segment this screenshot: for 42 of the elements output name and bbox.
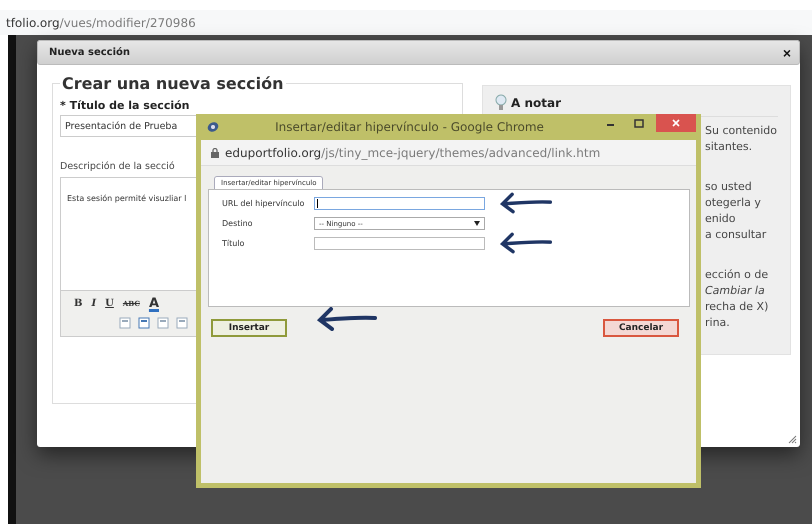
note-text: ección o de	[705, 267, 770, 283]
dropdown-arrow-icon	[474, 221, 480, 226]
popup-url: eduportfolio.org/js/tiny_mce-jquery/themes/advanced/link.htm	[225, 146, 600, 160]
popup-title: Insertar/editar hipervínculo - Google Chrome	[274, 120, 545, 134]
insert-button[interactable]: Insertar	[211, 319, 287, 337]
notes-heading: A notar	[511, 96, 562, 110]
note-text: Cambiar la	[705, 283, 766, 299]
close-button[interactable]	[656, 114, 696, 132]
note-text: rina.	[705, 315, 731, 331]
note-text: otegerla y	[705, 195, 762, 211]
field-label: * Título de la sección	[60, 99, 190, 112]
format-button[interactable]: A	[148, 296, 160, 311]
field-label: Destino	[222, 219, 254, 228]
fieldset-legend: Crear una nueva sección	[60, 74, 286, 93]
lightbulb-icon	[495, 94, 507, 112]
format-button[interactable]: U	[104, 298, 115, 309]
lock-icon	[211, 148, 219, 158]
field-label: Título	[222, 239, 246, 248]
format-button[interactable]: B	[73, 298, 84, 309]
dialog-title: Nueva sección	[49, 47, 130, 58]
format-button[interactable]: I	[90, 298, 98, 309]
toolbar-icon[interactable]	[176, 317, 188, 329]
maximize-icon	[634, 118, 644, 128]
close-button[interactable]: ×	[782, 44, 791, 60]
toolbar-icon[interactable]	[157, 317, 169, 329]
resize-grip-icon[interactable]	[788, 435, 797, 444]
note-text: sitantes.	[705, 139, 754, 155]
toolbar-icon[interactable]	[138, 317, 150, 329]
editor-text: Esta sesión permité visuzliar l	[67, 194, 186, 203]
close-icon	[672, 119, 680, 127]
field-label: Descripción de la secció	[60, 161, 176, 172]
toolbar-icon[interactable]	[119, 317, 131, 329]
field-label: URL del hipervínculo	[222, 199, 306, 208]
text-input[interactable]	[314, 197, 485, 210]
note-text: so usted	[705, 179, 753, 195]
note-text: recha de X)	[705, 299, 770, 315]
note-text: enido	[705, 211, 737, 227]
address-url[interactable]: tfolio.org/vues/modifier/270986	[6, 16, 196, 30]
note-text: Su contenido	[705, 123, 778, 139]
text-input[interactable]	[314, 237, 485, 250]
note-text: a consultar	[705, 227, 768, 243]
cancel-button[interactable]: Cancelar	[603, 319, 679, 337]
